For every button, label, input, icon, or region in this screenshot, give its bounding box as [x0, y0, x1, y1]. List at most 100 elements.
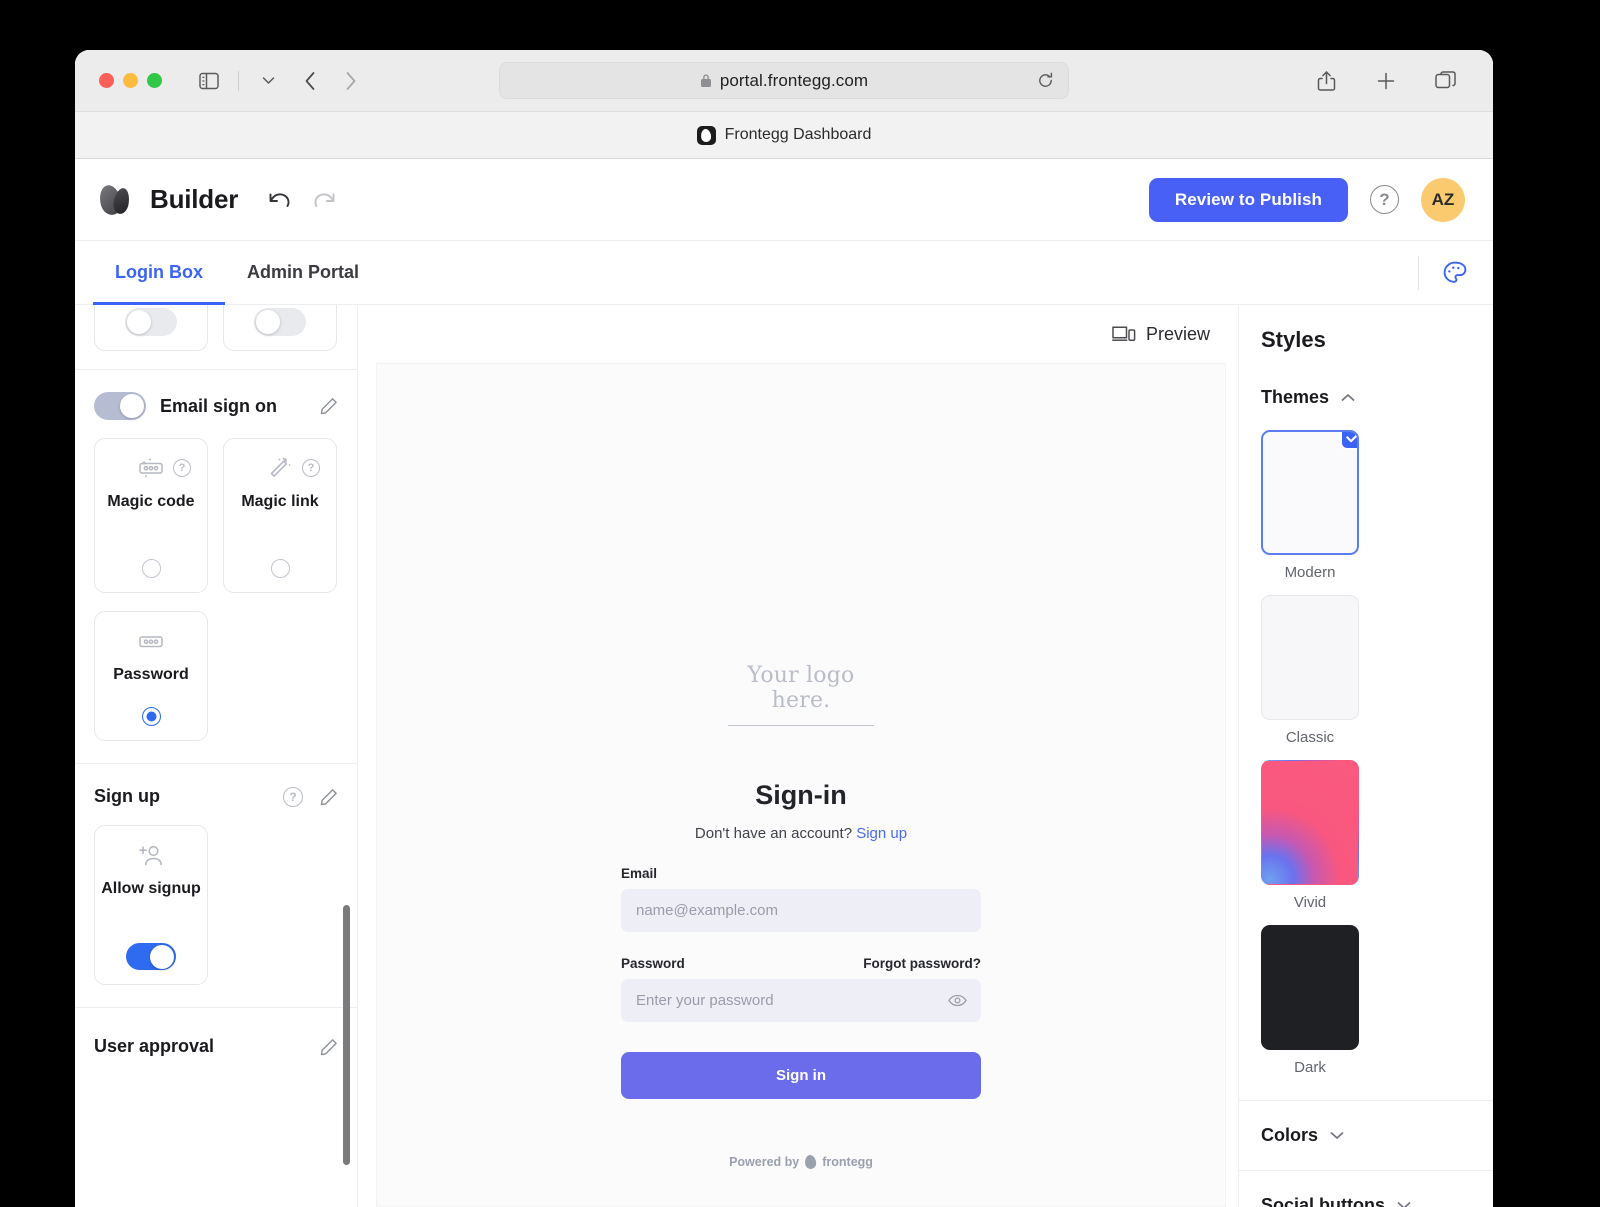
- styles-panel-title: Styles: [1261, 327, 1326, 352]
- sidebar-toggle-icon[interactable]: [192, 66, 226, 96]
- forward-arrow-icon[interactable]: [339, 68, 361, 94]
- frontegg-mark-icon: [804, 1154, 818, 1170]
- signup-section: Sign up ? Allow signup: [75, 764, 357, 1008]
- colors-label: Colors: [1261, 1125, 1319, 1145]
- themes-section: Themes Modern Classic Vivid Dark: [1239, 353, 1493, 1101]
- powered-by-text: Powered by: [729, 1155, 800, 1169]
- maximize-window-button[interactable]: [147, 73, 162, 88]
- email-sign-on-toggle[interactable]: [94, 392, 146, 420]
- share-icon[interactable]: [1309, 66, 1343, 96]
- theme-thumb-dark[interactable]: [1261, 925, 1359, 1050]
- top-option-card-1[interactable]: [94, 305, 208, 351]
- email-sign-on-section: Email sign on ? Magic code ? Magic link …: [75, 370, 357, 764]
- magic-link-radio[interactable]: [270, 559, 290, 578]
- browser-tab-title: Frontegg Dashboard: [724, 126, 872, 143]
- themes-section-header[interactable]: Themes: [1261, 353, 1471, 430]
- tab-login-box[interactable]: Login Box: [93, 241, 225, 305]
- preview-label: Preview: [1145, 323, 1210, 344]
- chevron-up-icon[interactable]: [1341, 393, 1355, 402]
- theme-option-dark[interactable]: Dark: [1261, 925, 1359, 1076]
- allow-signup-card[interactable]: Allow signup: [94, 825, 208, 985]
- back-arrow-icon[interactable]: [299, 68, 321, 94]
- magic-link-card[interactable]: ? Magic link: [223, 438, 337, 593]
- styles-section-colors[interactable]: Colors: [1239, 1101, 1493, 1171]
- signup-prompt: Don't have an account? Sign up: [621, 825, 981, 842]
- signup-edit-pencil-icon[interactable]: [320, 788, 338, 806]
- theme-option-modern[interactable]: Modern: [1261, 430, 1359, 581]
- theme-name-modern: Modern: [1284, 564, 1336, 581]
- password-dots-icon: [136, 628, 166, 656]
- reload-icon[interactable]: [1037, 72, 1054, 89]
- social-buttons-label: Social buttons: [1261, 1195, 1386, 1207]
- signin-submit-button[interactable]: Sign in: [621, 1052, 981, 1099]
- logo-placeholder[interactable]: Your logo here.: [728, 663, 874, 726]
- theme-option-vivid[interactable]: Vivid: [1261, 760, 1359, 911]
- redo-icon[interactable]: [312, 190, 336, 209]
- chevron-down-icon[interactable]: [1397, 1201, 1411, 1207]
- password-card[interactable]: Password: [94, 611, 208, 741]
- palette-icon[interactable]: [1441, 259, 1469, 287]
- styles-section-social-buttons[interactable]: Social buttons: [1239, 1171, 1493, 1207]
- allow-signup-toggle[interactable]: [126, 943, 176, 970]
- theme-name-classic: Classic: [1285, 729, 1335, 746]
- device-preview-icon: [1112, 325, 1136, 343]
- magic-code-radio[interactable]: [141, 559, 161, 578]
- close-window-button[interactable]: [99, 73, 114, 88]
- app-root: Builder Review to Publish ? AZ Login Box…: [75, 159, 1493, 1207]
- plus-icon[interactable]: [1369, 66, 1403, 96]
- toolbar-divider: [238, 70, 239, 91]
- help-icon[interactable]: ?: [1370, 185, 1399, 214]
- address-bar[interactable]: portal.frontegg.com: [499, 62, 1069, 99]
- tab-admin-portal[interactable]: Admin Portal: [225, 241, 381, 304]
- signup-help-icon[interactable]: ?: [283, 786, 303, 807]
- window-traffic-lights: [99, 73, 162, 88]
- lock-icon: [700, 73, 712, 88]
- tabs-overview-icon[interactable]: [1429, 66, 1463, 96]
- user-approval-edit-pencil-icon[interactable]: [320, 1038, 338, 1056]
- login-box: Your logo here. Sign-in Don't have an ac…: [621, 363, 981, 1170]
- theme-thumb-vivid[interactable]: [1261, 760, 1359, 885]
- password-input[interactable]: Enter your password: [621, 979, 981, 1022]
- top-card-toggle-2[interactable]: [254, 308, 306, 336]
- theme-name-vivid: Vivid: [1293, 894, 1327, 911]
- magic-link-help-icon[interactable]: ?: [302, 459, 320, 477]
- themes-label: Themes: [1261, 387, 1330, 407]
- signin-heading: Sign-in: [755, 780, 847, 810]
- forgot-password-link[interactable]: Forgot password?: [863, 956, 981, 971]
- left-settings-panel: Email sign on ? Magic code ? Magic link …: [75, 305, 358, 1207]
- address-bar-url: portal.frontegg.com: [719, 70, 869, 90]
- magic-code-card[interactable]: ? Magic code: [94, 438, 208, 593]
- theme-name-dark: Dark: [1294, 1059, 1326, 1076]
- magic-code-help-icon[interactable]: ?: [173, 459, 191, 477]
- chevron-down-icon[interactable]: [251, 66, 285, 96]
- minimize-window-button[interactable]: [123, 73, 138, 88]
- avatar[interactable]: AZ: [1421, 177, 1465, 222]
- theme-thumb-classic[interactable]: [1261, 595, 1359, 720]
- theme-option-classic[interactable]: Classic: [1261, 595, 1359, 746]
- preview-button[interactable]: Preview: [1112, 324, 1210, 345]
- browser-tabstrip: Frontegg Dashboard: [75, 112, 1493, 159]
- top-cards-section: [75, 305, 357, 370]
- eye-icon[interactable]: [948, 994, 967, 1007]
- magic-link-label: Magic link: [241, 493, 319, 510]
- powered-by-brand: frontegg: [822, 1155, 873, 1169]
- theme-thumb-modern[interactable]: [1261, 430, 1359, 555]
- review-to-publish-button[interactable]: Review to Publish: [1148, 177, 1348, 222]
- user-approval-section: User approval: [75, 1008, 357, 1075]
- undo-icon[interactable]: [268, 190, 292, 209]
- email-input[interactable]: name@example.com: [621, 889, 981, 932]
- user-approval-title: User approval: [94, 1036, 215, 1056]
- top-option-card-2[interactable]: [223, 305, 337, 351]
- left-panel-scrollbar[interactable]: [343, 905, 350, 1165]
- styles-panel: Styles Themes Modern Classic Vivid Dark …: [1238, 305, 1493, 1207]
- chevron-down-icon[interactable]: [1330, 1131, 1344, 1140]
- password-radio[interactable]: [141, 707, 161, 726]
- browser-tab[interactable]: Frontegg Dashboard: [696, 125, 872, 145]
- app-brand: Builder: [99, 183, 238, 217]
- frontegg-favicon-icon: [696, 125, 716, 145]
- top-card-toggle-1[interactable]: [125, 308, 177, 336]
- signup-link[interactable]: Sign up: [856, 825, 907, 842]
- email-sign-on-title: Email sign on: [160, 395, 278, 416]
- builder-body: Email sign on ? Magic code ? Magic link …: [75, 305, 1493, 1207]
- email-sign-on-edit-pencil-icon[interactable]: [320, 397, 338, 415]
